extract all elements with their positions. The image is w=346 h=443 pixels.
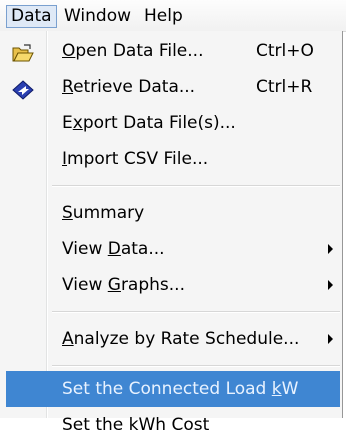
menu-separator [52,365,340,367]
menu-separator [52,185,340,187]
menu-item-label-part: k [271,379,282,399]
open-folder-icon [12,41,34,62]
menu-item-retrieve-data[interactable]: Retrieve Data... Ctrl+R [6,69,340,105]
menu-item-label-part: E [62,113,73,133]
menu-item-label-part: etrieve Data... [73,77,196,97]
menu-separator [52,311,340,313]
menu-item-label-part: G [107,275,121,295]
menu-item-label-part: View [62,239,108,259]
menu-item-label-part: S [62,203,73,223]
shortcut-label: Ctrl+O [256,41,314,61]
menu-bar: Data Window Help [0,0,346,32]
menu-item-label-part: pen Data File... [75,41,204,61]
diamond-arrow-icon [12,77,34,100]
menu-item-label-part: port Data File(s)... [82,113,236,133]
menu-item-label-part: ata... [120,239,165,259]
menu-item-import-csv-file[interactable]: Import CSV File... [6,141,340,177]
menu-item-open-data-file[interactable]: Open Data File... Ctrl+O [6,33,340,69]
menu-item-label-part: nalyze by Rate Schedule... [73,329,300,349]
submenu-arrow-icon [328,334,333,344]
menu-item-view-graphs[interactable]: View Graphs... [6,267,340,303]
menu-item-label-part: R [62,77,74,97]
menu-item-summary[interactable]: Summary [6,195,340,231]
menu-item-label-part: mport CSV File... [67,149,209,169]
submenu-arrow-icon [328,280,333,290]
menu-item-export-data-files[interactable]: Export Data File(s)... [6,105,340,141]
menu-item-label-part: O [62,41,76,61]
menu-window[interactable]: Window [60,6,135,27]
menu-data[interactable]: Data [6,5,57,28]
shortcut-label: Ctrl+R [256,77,313,97]
menu-item-label-part: W [281,379,299,399]
menu-item-view-data[interactable]: View Data... [6,231,340,267]
menu-item-label-part: Set the kWh Cost [62,415,210,435]
submenu-arrow-icon [328,244,333,254]
data-menu-dropdown: Open Data File... Ctrl+O Retrieve Data..… [0,31,343,435]
menu-item-label-part: Set the Connected Load [62,379,272,399]
menu-item-label-part: ummary [72,203,145,223]
menu-item-label-part: x [72,113,83,133]
menu-item-label-part: View [62,275,108,295]
menu-item-label-part: D [107,239,121,259]
menu-item-set-connected-load-kw[interactable]: Set the Connected Load kW [6,371,340,407]
menu-item-analyze-by-rate-schedule[interactable]: Analyze by Rate Schedule... [6,321,340,357]
menu-item-label-part: A [62,329,74,349]
menu-item-label-part: raphs... [120,275,185,295]
menu-item-set-kwh-cost[interactable]: Set the kWh Cost [6,407,340,443]
menu-help[interactable]: Help [140,6,187,27]
